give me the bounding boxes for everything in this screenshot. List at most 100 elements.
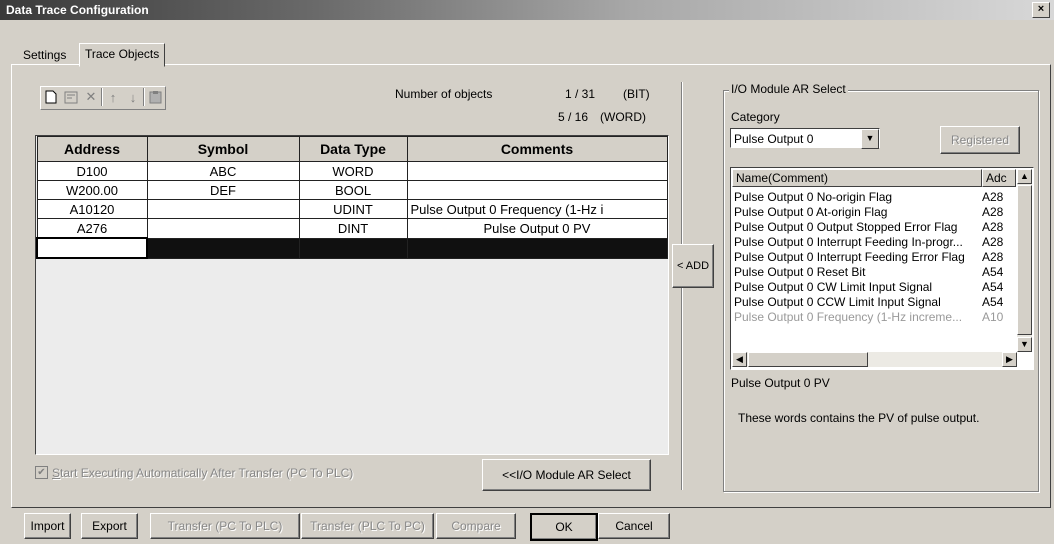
list-item[interactable]: Pulse Output 0 No-origin Flag A28 bbox=[734, 190, 1016, 205]
category-label: Category bbox=[731, 110, 780, 124]
h-scroll-thumb[interactable] bbox=[748, 352, 868, 367]
trace-objects-grid[interactable]: Address Symbol Data Type Comments D100 A… bbox=[35, 135, 669, 455]
cell-symbol[interactable]: DEF bbox=[146, 180, 300, 200]
table-row[interactable]: A276 DINT Pulse Output 0 PV bbox=[36, 218, 668, 239]
category-value: Pulse Output 0 bbox=[734, 132, 814, 146]
objects-count-label: Number of objects bbox=[395, 87, 493, 101]
delete-icon[interactable]: ✕ bbox=[81, 87, 101, 107]
list-item-address: A54 bbox=[982, 280, 1004, 294]
cell-data-type[interactable]: DINT bbox=[298, 218, 408, 239]
compare-button[interactable]: Compare bbox=[436, 513, 516, 539]
close-button[interactable]: × bbox=[1032, 2, 1050, 18]
list-item-name: Pulse Output 0 Frequency (1-Hz increme..… bbox=[734, 310, 963, 324]
cell-symbol-new[interactable] bbox=[146, 237, 300, 259]
cell-comment[interactable]: Pulse Output 0 PV bbox=[406, 218, 668, 239]
add-button[interactable]: < ADD bbox=[672, 244, 714, 288]
word-unit: (WORD) bbox=[600, 110, 646, 124]
paste-icon[interactable] bbox=[145, 87, 165, 107]
cell-address-new[interactable] bbox=[36, 237, 148, 259]
list-item[interactable]: Pulse Output 0 CCW Limit Input Signal A54 bbox=[734, 295, 1016, 310]
cell-symbol[interactable]: ABC bbox=[146, 161, 300, 181]
trace-table: Address Symbol Data Type Comments D100 A… bbox=[36, 136, 668, 259]
selected-item-name: Pulse Output 0 PV bbox=[731, 376, 830, 390]
list-item-address: A28 bbox=[982, 205, 1004, 219]
scroll-down-icon[interactable]: ▼ bbox=[1017, 337, 1032, 352]
scroll-up-icon[interactable]: ▲ bbox=[1017, 169, 1032, 184]
list-header-name[interactable]: Name(Comment) bbox=[732, 169, 982, 187]
list-horizontal-scrollbar[interactable]: ◀ ▶ bbox=[732, 352, 1017, 367]
auto-start-checkbox[interactable]: ✔ bbox=[35, 466, 48, 479]
cell-symbol[interactable] bbox=[146, 218, 300, 239]
table-row[interactable]: D100 ABC WORD bbox=[36, 161, 668, 181]
list-item-address: A10 bbox=[982, 310, 1004, 324]
edit-icon[interactable] bbox=[61, 87, 81, 107]
chevron-down-icon[interactable]: ▼ bbox=[861, 129, 879, 149]
cell-data-type[interactable]: BOOL bbox=[298, 180, 408, 200]
cell-address[interactable]: W200.00 bbox=[36, 180, 148, 200]
tab-trace-objects[interactable]: Trace Objects bbox=[79, 43, 166, 67]
cell-data-type-new[interactable] bbox=[298, 237, 408, 259]
cell-comment[interactable] bbox=[406, 161, 668, 181]
move-up-icon[interactable]: ↑ bbox=[103, 87, 123, 107]
list-item[interactable]: Pulse Output 0 Output Stopped Error Flag… bbox=[734, 220, 1016, 235]
scroll-thumb[interactable] bbox=[1017, 185, 1032, 335]
io-module-ar-select-button[interactable]: <<I/O Module AR Select bbox=[482, 459, 651, 491]
list-item[interactable]: Pulse Output 0 At-origin Flag A28 bbox=[734, 205, 1016, 220]
list-item-address: A54 bbox=[982, 265, 1004, 279]
list-item-address: A28 bbox=[982, 235, 1004, 249]
selected-item-description: These words contains the PV of pulse out… bbox=[738, 411, 980, 425]
list-item-name: Pulse Output 0 Output Stopped Error Flag bbox=[734, 220, 958, 234]
new-icon[interactable] bbox=[41, 87, 61, 107]
list-item-name: Pulse Output 0 At-origin Flag bbox=[734, 205, 888, 219]
bit-unit: (BIT) bbox=[623, 87, 650, 101]
cell-address[interactable]: A276 bbox=[36, 218, 148, 239]
list-item-address: A28 bbox=[982, 190, 1004, 204]
window-title: Data Trace Configuration bbox=[6, 3, 149, 17]
table-row[interactable]: A10120 UDINT Pulse Output 0 Frequency (1… bbox=[36, 199, 668, 219]
list-vertical-scrollbar[interactable]: ▲ ▼ bbox=[1017, 169, 1032, 352]
column-header-symbol[interactable]: Symbol bbox=[146, 136, 300, 162]
list-item[interactable]: Pulse Output 0 Interrupt Feeding Error F… bbox=[734, 250, 1016, 265]
transfer-pc-to-plc-button[interactable]: Transfer (PC To PLC) bbox=[150, 513, 300, 539]
list-header-address[interactable]: Adc bbox=[982, 169, 1016, 187]
list-item-address: A28 bbox=[982, 250, 1004, 264]
list-item[interactable]: Pulse Output 0 CW Limit Input Signal A54 bbox=[734, 280, 1016, 295]
list-item-address: A28 bbox=[982, 220, 1004, 234]
auto-start-label: Start Executing Automatically After Tran… bbox=[52, 466, 354, 480]
scroll-right-icon[interactable]: ▶ bbox=[1002, 352, 1017, 367]
list-item-name: Pulse Output 0 Interrupt Feeding Error F… bbox=[734, 250, 965, 264]
cell-comment[interactable]: Pulse Output 0 Frequency (1-Hz i bbox=[406, 199, 668, 219]
list-header: Name(Comment) Adc bbox=[732, 169, 1016, 187]
io-module-group-title: I/O Module AR Select bbox=[729, 82, 848, 96]
column-header-address[interactable]: Address bbox=[36, 136, 148, 162]
ok-button[interactable]: OK bbox=[530, 513, 598, 541]
list-item[interactable]: Pulse Output 0 Interrupt Feeding In-prog… bbox=[734, 235, 1016, 250]
scroll-left-icon[interactable]: ◀ bbox=[732, 352, 747, 367]
cell-address[interactable]: A10120 bbox=[36, 199, 148, 219]
cell-symbol[interactable] bbox=[146, 199, 300, 219]
table-row[interactable]: W200.00 DEF BOOL bbox=[36, 180, 668, 200]
cell-data-type[interactable]: WORD bbox=[298, 161, 408, 181]
registered-button[interactable]: Registered bbox=[940, 126, 1020, 154]
list-item-name: Pulse Output 0 Reset Bit bbox=[734, 265, 866, 279]
list-item[interactable]: Pulse Output 0 Frequency (1-Hz increme..… bbox=[734, 310, 1016, 325]
grid-toolbar: ✕ ↑ ↓ bbox=[40, 86, 166, 110]
cell-comment-new[interactable] bbox=[406, 237, 668, 259]
import-button[interactable]: Import bbox=[24, 513, 71, 539]
export-button[interactable]: Export bbox=[81, 513, 138, 539]
list-item[interactable]: Pulse Output 0 Reset Bit A54 bbox=[734, 265, 1016, 280]
cell-comment[interactable] bbox=[406, 180, 668, 200]
category-select[interactable]: Pulse Output 0 ▼ bbox=[730, 128, 880, 149]
column-header-data-type[interactable]: Data Type bbox=[298, 136, 408, 162]
io-module-list[interactable]: Name(Comment) Adc Pulse Output 0 No-orig… bbox=[730, 167, 1034, 370]
bit-count-value: 1 / 31 bbox=[565, 87, 596, 101]
transfer-plc-to-pc-button[interactable]: Transfer (PLC To PC) bbox=[301, 513, 434, 539]
column-header-comments[interactable]: Comments bbox=[406, 136, 668, 162]
cell-data-type[interactable]: UDINT bbox=[298, 199, 408, 219]
list-item-address: A54 bbox=[982, 295, 1004, 309]
cancel-button[interactable]: Cancel bbox=[598, 513, 670, 539]
table-row-new[interactable] bbox=[36, 237, 668, 259]
cell-address[interactable]: D100 bbox=[36, 161, 148, 181]
tab-settings[interactable]: Settings bbox=[18, 45, 71, 65]
move-down-icon[interactable]: ↓ bbox=[123, 87, 143, 107]
